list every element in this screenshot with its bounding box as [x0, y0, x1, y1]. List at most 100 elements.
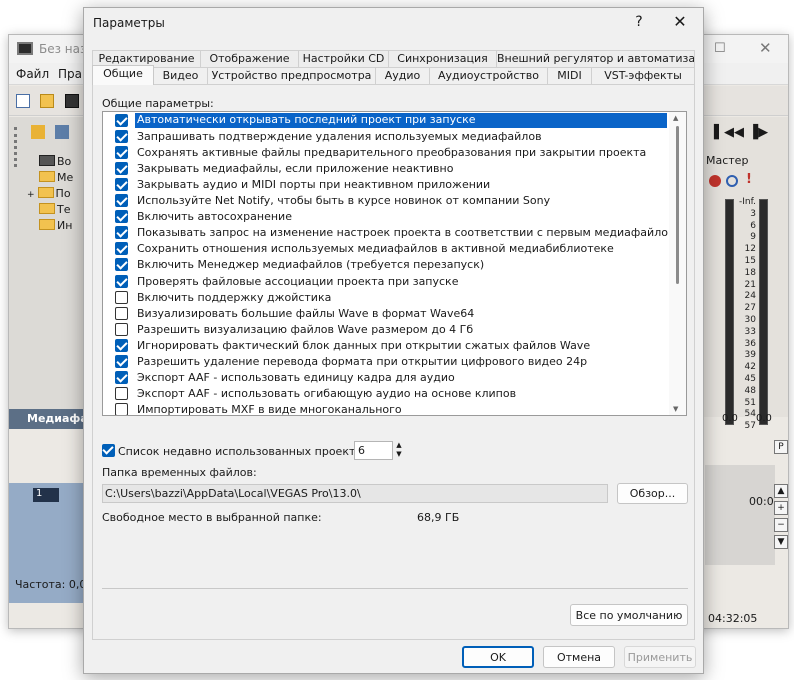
wand-icon[interactable]	[31, 125, 45, 139]
option-label: Игнорировать фактический блок данных при…	[137, 338, 591, 352]
close-icon[interactable]: ✕	[759, 39, 772, 57]
option-label: Сохранять активные файлы предварительног…	[137, 146, 647, 160]
tab-cd-settings[interactable]: Настройки CD	[298, 50, 389, 67]
temp-folder-input[interactable]: C:\Users\bazzi\AppData\Local\VEGAS Pro\1…	[102, 484, 608, 503]
option-row[interactable]: Закрывать медиафайлы, если приложение не…	[103, 161, 669, 177]
option-row[interactable]: Разрешить удаление перевода формата при …	[103, 354, 669, 370]
option-label: Используйте Net Notify, чтобы быть в кур…	[137, 194, 551, 208]
option-row[interactable]: Используйте Net Notify, чтобы быть в кур…	[103, 193, 669, 209]
mixer-toolbar-icons[interactable]: ▌◀◀ ▐▶	[714, 125, 784, 141]
option-checkbox[interactable]	[115, 194, 128, 208]
option-checkbox[interactable]	[115, 370, 128, 384]
recent-projects-spinner[interactable]: ▲ ▼	[395, 441, 403, 460]
timeline-buttons: P ▲ + − ▼	[772, 437, 788, 557]
ok-button[interactable]: OK	[462, 646, 534, 668]
option-checkbox[interactable]	[115, 130, 128, 144]
options-scrollbar[interactable]: ▲ ▼	[669, 112, 686, 415]
option-checkbox[interactable]	[115, 242, 128, 256]
option-checkbox[interactable]	[115, 386, 128, 400]
general-options-list[interactable]: Автоматически открывать последний проект…	[102, 111, 687, 416]
restore-defaults-button[interactable]: Все по умолчанию	[570, 604, 688, 626]
option-row[interactable]: Экспорт AAF - использовать огибающую ауд…	[103, 386, 669, 402]
option-row[interactable]: Визуализировать большие файлы Wave в фор…	[103, 306, 669, 322]
spin-down-icon[interactable]: ▼	[396, 450, 401, 458]
media-tab[interactable]: Медиафа	[9, 409, 88, 429]
expand-icon[interactable]: +	[27, 190, 35, 200]
save-icon[interactable]	[65, 94, 79, 108]
tree-item[interactable]: Те	[39, 203, 71, 217]
option-row[interactable]: Автоматически открывать последний проект…	[103, 113, 669, 129]
recent-projects-checkbox[interactable]	[102, 444, 115, 457]
option-checkbox[interactable]	[115, 306, 128, 320]
help-icon[interactable]: ?	[632, 14, 646, 30]
scroll-down-arrow-icon[interactable]: ▼	[673, 405, 678, 413]
tab-external-control[interactable]: Внешний регулятор и автоматизац	[496, 50, 695, 67]
close-icon[interactable]: ✕	[671, 12, 689, 31]
cancel-button[interactable]: Отмена	[543, 646, 615, 668]
option-row[interactable]: Закрывать аудио и MIDI порты при неактив…	[103, 177, 669, 193]
scroll-up-icon[interactable]: ▲	[774, 484, 788, 498]
option-checkbox[interactable]	[115, 402, 128, 415]
option-row[interactable]: Игнорировать фактический блок данных при…	[103, 338, 669, 354]
tree-item[interactable]: Во	[39, 155, 71, 169]
browse-button[interactable]: Обзор...	[617, 483, 688, 504]
tree-item[interactable]: Ин	[39, 219, 72, 233]
tab-video[interactable]: Видео	[153, 67, 208, 84]
meter-tick-label: 18	[744, 267, 756, 278]
option-row[interactable]: Экспорт AAF - использовать единицу кадра…	[103, 370, 669, 386]
explorer-view-icon[interactable]	[55, 125, 69, 139]
tree-item[interactable]: + По	[27, 187, 71, 201]
menu-file[interactable]: Файл	[16, 67, 49, 81]
option-row[interactable]: Включить автосохранение	[103, 209, 669, 225]
scroll-down-icon[interactable]: ▼	[774, 535, 788, 549]
option-row[interactable]: Разрешить визуализацию файлов Wave разме…	[103, 322, 669, 338]
open-folder-icon[interactable]	[40, 94, 54, 108]
option-row[interactable]: Импортировать MXF в виде многоканального	[103, 402, 669, 415]
option-checkbox[interactable]	[115, 226, 128, 240]
new-file-icon[interactable]	[16, 94, 30, 108]
mute-icon[interactable]	[726, 175, 738, 187]
option-checkbox[interactable]	[115, 338, 128, 352]
meter-left	[725, 199, 734, 425]
recent-projects-count-input[interactable]: 6	[354, 441, 393, 460]
tree-item[interactable]: Ме	[39, 171, 73, 185]
option-checkbox[interactable]	[115, 290, 128, 304]
tab-display[interactable]: Отображение	[200, 50, 299, 67]
scroll-up-arrow-icon[interactable]: ▲	[673, 114, 678, 122]
tab-vst-effects[interactable]: VST-эффекты	[591, 67, 695, 84]
option-label: Экспорт AAF - использовать огибающую ауд…	[137, 386, 517, 400]
tab-audio[interactable]: Аудио	[375, 67, 430, 84]
fx-icon[interactable]	[709, 175, 721, 187]
option-row[interactable]: Проверять файловые ассоциации проекта пр…	[103, 274, 669, 290]
option-checkbox[interactable]	[115, 274, 128, 288]
option-checkbox[interactable]	[115, 258, 128, 272]
option-row[interactable]: Включить Менеджер медиафайлов (требуется…	[103, 257, 669, 273]
zoom-out-icon[interactable]: −	[774, 518, 788, 532]
tab-audio-device[interactable]: Аудиоустройство	[429, 67, 548, 84]
option-checkbox[interactable]	[115, 178, 128, 192]
tab-sync[interactable]: Синхронизация	[388, 50, 497, 67]
option-checkbox[interactable]	[115, 114, 128, 127]
option-checkbox[interactable]	[115, 162, 128, 176]
option-row[interactable]: Показывать запрос на изменение настроек …	[103, 225, 669, 241]
separator	[102, 588, 688, 589]
spin-up-icon[interactable]: ▲	[396, 441, 401, 449]
option-row[interactable]: Сохранить отношения используемых медиафа…	[103, 241, 669, 257]
marker-icon[interactable]: P	[774, 440, 788, 454]
zoom-in-icon[interactable]: +	[774, 501, 788, 515]
meter-scale: -Inf. 3 6 9 12 15 18 21 24 27 30 33 36 39 42 45 48 51 54 57	[738, 197, 756, 433]
option-checkbox[interactable]	[115, 210, 128, 224]
option-checkbox[interactable]	[115, 354, 128, 368]
scrollbar-thumb[interactable]	[676, 126, 679, 284]
tab-general[interactable]: Общие	[92, 65, 154, 85]
apply-button[interactable]: Применить	[624, 646, 696, 668]
option-row[interactable]: Запрашивать подтверждение удаления испол…	[103, 129, 669, 145]
maximize-icon[interactable]: ☐	[714, 41, 726, 56]
app-icon	[17, 42, 33, 55]
option-row[interactable]: Сохранять активные файлы предварительног…	[103, 145, 669, 161]
tab-preview-device[interactable]: Устройство предпросмотра	[207, 67, 376, 84]
tab-midi[interactable]: MIDI	[547, 67, 592, 84]
option-row[interactable]: Включить поддержку джойстика	[103, 290, 669, 306]
option-checkbox[interactable]	[115, 322, 128, 336]
option-checkbox[interactable]	[115, 146, 128, 160]
